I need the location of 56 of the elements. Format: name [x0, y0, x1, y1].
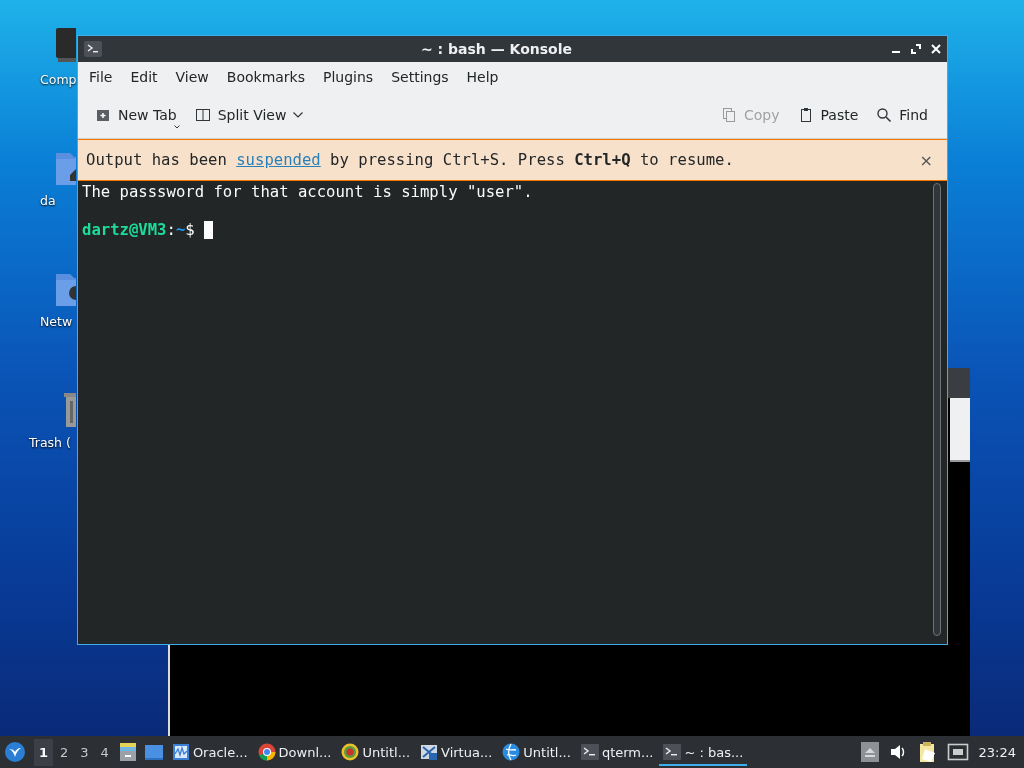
globe-icon: [502, 743, 521, 761]
browser-icon: [257, 743, 276, 761]
menu-item[interactable]: Settings: [384, 69, 456, 85]
toolbar-button[interactable]: New Tab: [86, 103, 186, 127]
menu-item[interactable]: View: [168, 69, 216, 85]
start-menu-icon[interactable]: [4, 741, 26, 763]
terminal-icon[interactable]: [84, 41, 102, 57]
chart-window-icon: [171, 743, 190, 761]
terminal-icon: [580, 743, 599, 761]
split-view-icon: [194, 107, 211, 123]
virtualbox-icon: [420, 743, 439, 761]
notification-message: Output has been suspended by pressing Ctrl+S. Press Ctrl+Q to resume.: [86, 151, 735, 169]
toolbar-button[interactable]: Find: [867, 103, 937, 127]
shell-prompt: dartz@VM3:~$: [82, 220, 195, 239]
icon-label[interactable]: Trash (: [29, 435, 71, 450]
eject-icon[interactable]: [860, 742, 879, 762]
side-panel: [950, 398, 970, 462]
close-button[interactable]: ×: [913, 150, 939, 170]
icon-label[interactable]: Netw: [40, 314, 73, 329]
terminal-output: The passsword for that account is simply "user".: [82, 183, 534, 202]
icon-label[interactable]: da: [40, 193, 56, 208]
chevron-down-icon: [293, 112, 304, 118]
terminal-icon: [663, 743, 682, 761]
split-view-button[interactable]: Split View: [185, 103, 313, 127]
close-icon[interactable]: [931, 44, 941, 54]
desktop-icon[interactable]: [143, 742, 164, 762]
caret-icon: [174, 125, 180, 129]
toolbar-button[interactable]: Paste: [788, 103, 868, 127]
maximize-icon[interactable]: [911, 44, 921, 54]
scrollbar[interactable]: [933, 183, 941, 636]
menu-item[interactable]: Plugins: [316, 69, 381, 85]
taskbar-button[interactable]: qterm...: [576, 738, 658, 766]
target-icon: [341, 743, 360, 761]
taskbar-button[interactable]: Untitl...: [337, 738, 415, 766]
menu-item[interactable]: File: [82, 69, 120, 85]
new-tab-icon: [95, 107, 111, 123]
text-cursor: [203, 220, 213, 239]
workspace-button[interactable]: 2: [55, 738, 74, 766]
taskbar-button[interactable]: Untitl...: [498, 738, 575, 766]
taskbar-button[interactable]: Oracle...: [167, 738, 252, 766]
menu-item[interactable]: Bookmarks: [219, 69, 312, 85]
workspace-button[interactable]: 3: [75, 738, 94, 766]
menu-item[interactable]: Edit: [123, 69, 165, 85]
taskbar-button[interactable]: Virtua...: [416, 738, 497, 766]
speaker-icon[interactable]: [888, 743, 907, 761]
taskbar-button[interactable]: ~ : bas...: [659, 738, 748, 766]
menu-item[interactable]: Help: [459, 69, 506, 85]
network-icon[interactable]: [946, 742, 969, 762]
clock[interactable]: 23:24: [974, 744, 1020, 760]
search-icon: [876, 107, 893, 123]
taskbar-button[interactable]: Downl...: [253, 738, 336, 766]
file-cabinet-icon[interactable]: [117, 742, 138, 762]
window-title: ~ : bash — Konsole: [420, 41, 573, 57]
workspace-button[interactable]: 4: [95, 738, 114, 766]
workspace-button[interactable]: 1: [34, 738, 54, 766]
copy-icon: [721, 107, 737, 123]
